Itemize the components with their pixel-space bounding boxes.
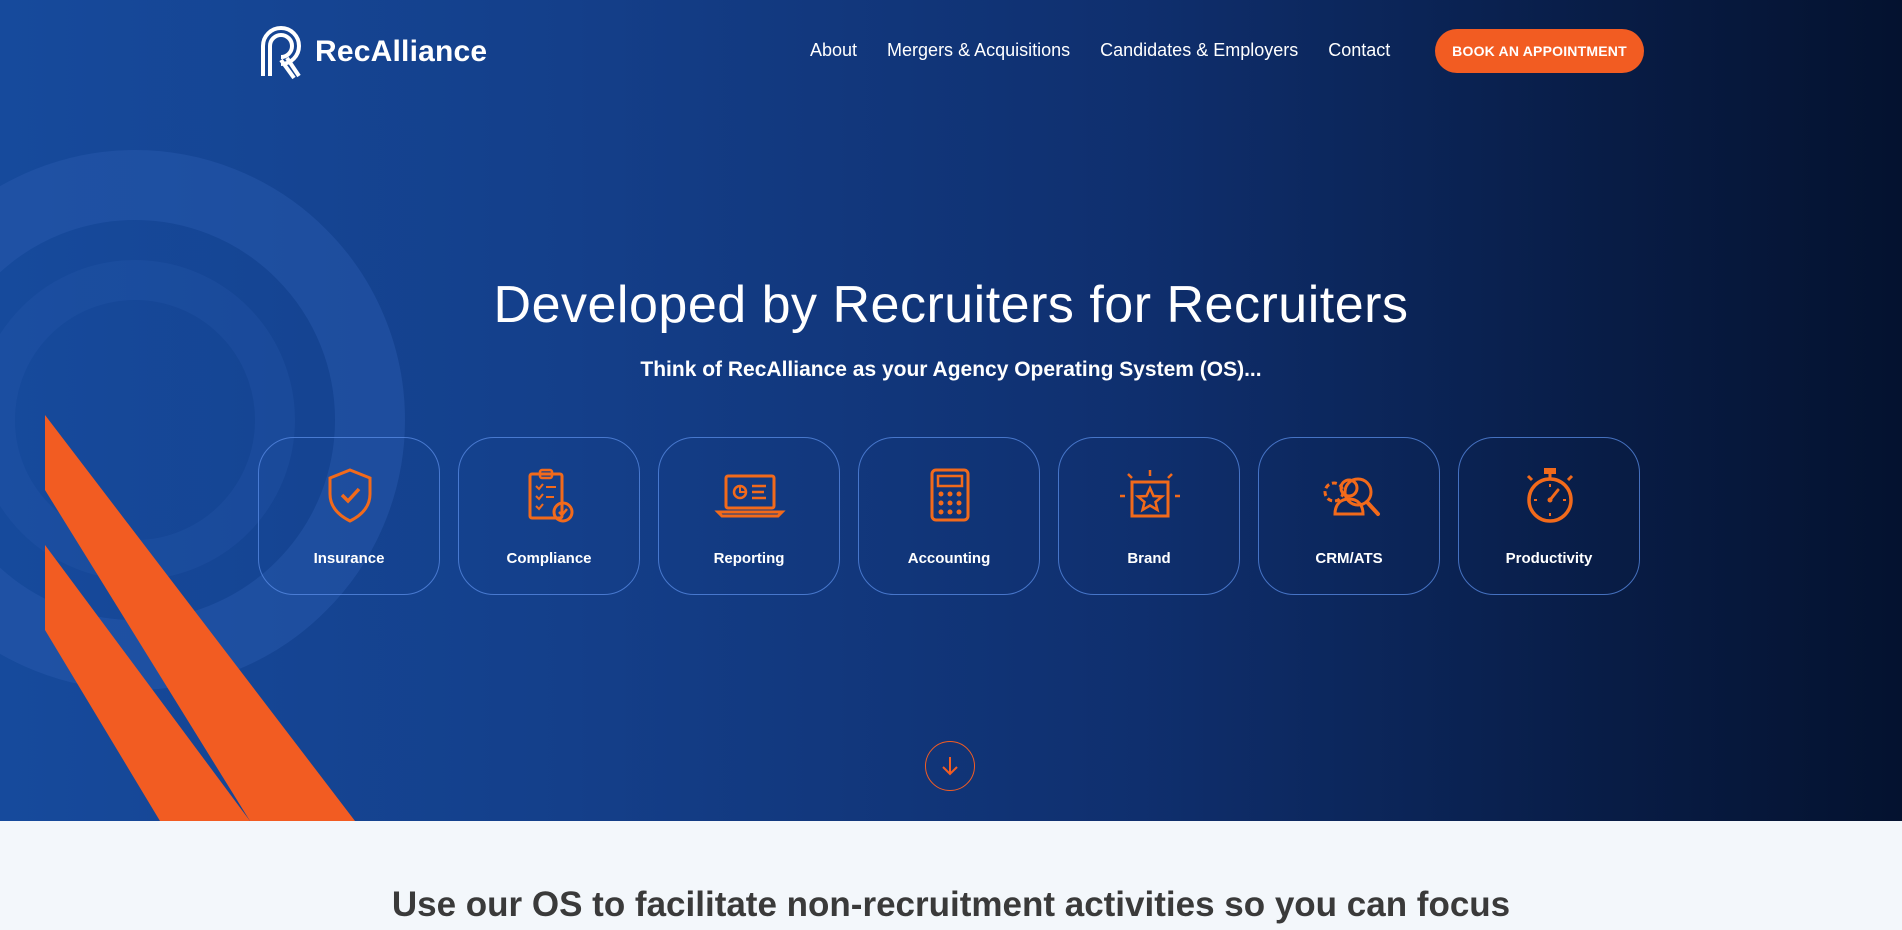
feature-label: Compliance <box>506 550 592 567</box>
star-frame-icon <box>1120 470 1180 518</box>
arrow-down-icon <box>942 757 958 776</box>
feature-card-insurance[interactable]: Insurance <box>258 437 440 595</box>
feature-card-crm-ats[interactable]: CRM/ATS <box>1258 437 1440 595</box>
feature-cards: Insurance Compliance Reporting Accountin… <box>258 437 1644 597</box>
feature-card-brand[interactable]: Brand <box>1058 437 1240 595</box>
feature-card-accounting[interactable]: Accounting <box>858 437 1040 595</box>
calculator-icon <box>930 468 970 522</box>
hero-subheadline: Think of RecAlliance as your Agency Oper… <box>640 358 1262 381</box>
stopwatch-icon <box>1526 468 1574 523</box>
nav-links: About Mergers & Acquisitions Candidates … <box>810 40 1420 61</box>
book-appointment-button[interactable]: BOOK AN APPOINTMENT <box>1435 29 1644 73</box>
feature-label: Productivity <box>1505 550 1593 567</box>
section-title: Use our OS to facilitate non-recruitment… <box>391 885 1511 924</box>
scroll-down-button[interactable] <box>925 741 975 791</box>
feature-label: Accounting <box>907 550 991 567</box>
feature-label: Brand <box>1127 550 1171 567</box>
feature-card-reporting[interactable]: Reporting <box>658 437 840 595</box>
feature-label: CRM/ATS <box>1315 550 1383 567</box>
users-search-icon <box>1323 477 1380 516</box>
logo-icon <box>261 26 301 80</box>
feature-label: Reporting <box>713 550 785 567</box>
nav-link-candidates-employers[interactable]: Candidates & Employers <box>1100 40 1298 61</box>
hero-section: RecAlliance About Mergers & Acquisitions… <box>0 0 1902 821</box>
nav-link-contact[interactable]: Contact <box>1328 40 1390 61</box>
feature-card-productivity[interactable]: Productivity <box>1458 437 1640 595</box>
logo-text: RecAlliance <box>315 35 488 68</box>
clipboard-check-icon <box>528 468 574 523</box>
background-decoration <box>0 150 405 821</box>
top-navigation: RecAlliance About Mergers & Acquisitions… <box>0 0 1902 102</box>
laptop-chart-icon <box>714 474 786 518</box>
feature-card-compliance[interactable]: Compliance <box>458 437 640 595</box>
feature-label: Insurance <box>313 550 385 567</box>
logo[interactable]: RecAlliance <box>257 24 487 80</box>
nav-link-about[interactable]: About <box>810 40 857 61</box>
shield-check-icon <box>328 468 372 523</box>
hero-headline: Developed by Recruiters for Recruiters <box>493 276 1409 334</box>
nav-link-mergers-acquisitions[interactable]: Mergers & Acquisitions <box>887 40 1070 61</box>
